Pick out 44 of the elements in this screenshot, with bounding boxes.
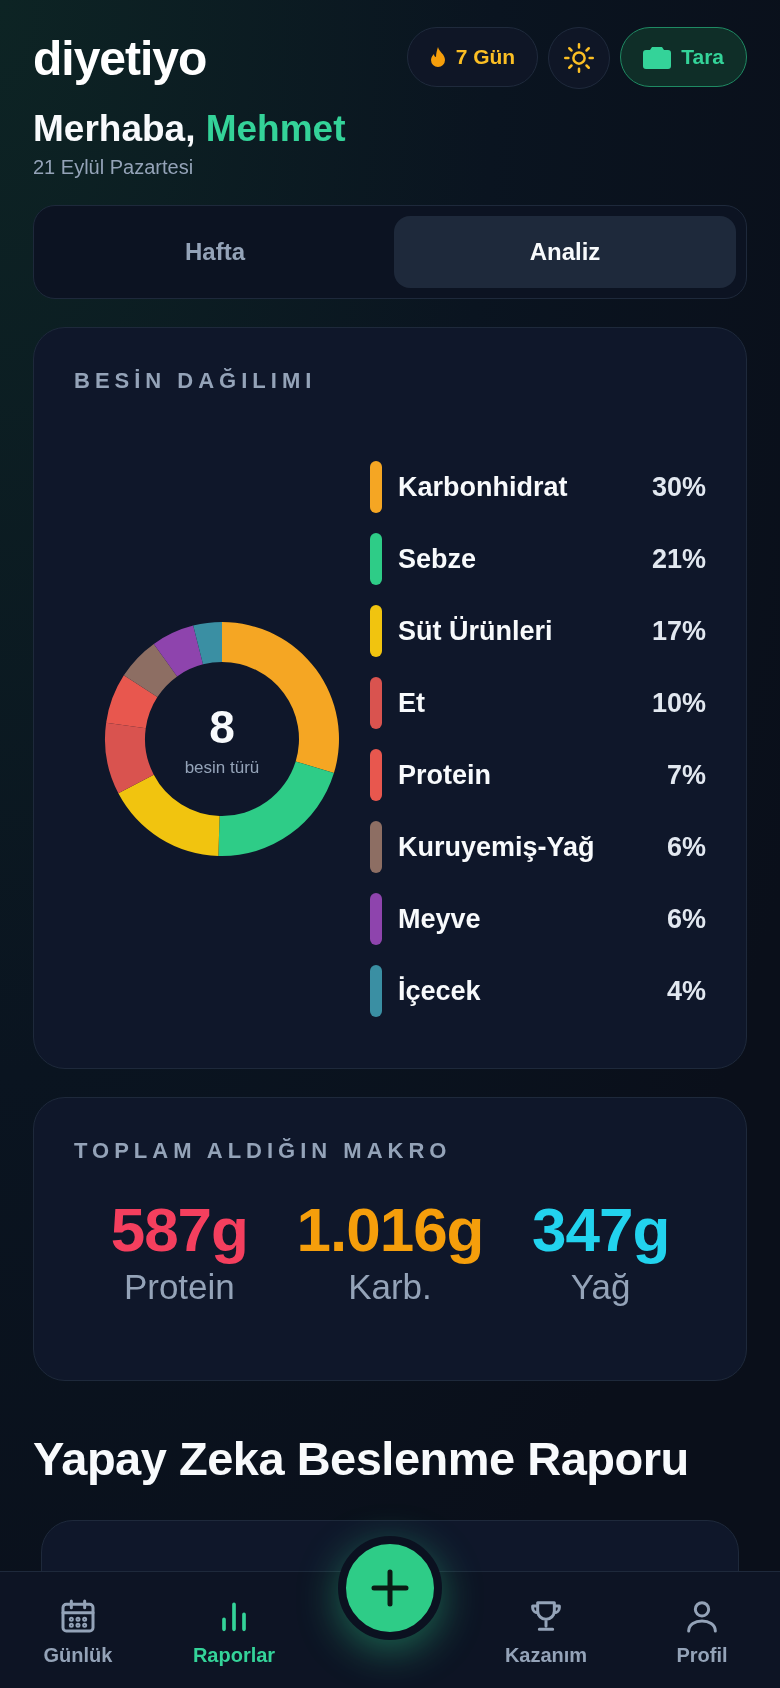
logo: diyetiyo	[33, 30, 207, 86]
legend-label: Meyve	[398, 903, 482, 935]
macro-label: Protein	[123, 1267, 235, 1307]
date-text: 21 Eylül Pazartesi	[33, 156, 195, 179]
legend-value: 21%	[651, 543, 706, 575]
legend-value: 30%	[651, 471, 706, 503]
nav-item[interactable]: Günlük	[0, 1572, 156, 1688]
legend-label: Et	[398, 687, 426, 719]
legend-label: Kuruyemiş-Yağ	[398, 831, 596, 863]
nav-item[interactable]: Profil	[624, 1572, 780, 1688]
nav-item[interactable]: Kazanım	[468, 1572, 624, 1688]
macro-value: 1.016g	[296, 1194, 484, 1265]
legend-label: İçecek	[398, 975, 482, 1007]
legend-label: Sebze	[398, 543, 478, 575]
flame-icon	[429, 47, 446, 67]
legend-label: Karbonhidrat	[398, 471, 569, 503]
sun-icon	[564, 43, 595, 73]
donut-slice	[123, 643, 178, 698]
legend-value: 7%	[666, 759, 706, 791]
card-title: BESİN DAĞILIMI	[74, 368, 318, 394]
legend-value: 17%	[651, 615, 706, 647]
count-label: besin türü	[184, 758, 260, 778]
legend-value: 6%	[666, 831, 706, 863]
streak-button[interactable]: 7 Gün	[406, 27, 539, 87]
legend-value: 6%	[666, 903, 706, 935]
legend-label: Protein	[398, 759, 492, 791]
macro-value: 587g	[110, 1194, 248, 1265]
legend-label: Süt Ürünleri	[398, 615, 554, 647]
macro-label: Yağ	[570, 1267, 631, 1307]
nav-item[interactable]: Raporlar	[156, 1572, 312, 1688]
legend-value: 10%	[651, 687, 706, 719]
plus-icon	[370, 1568, 410, 1608]
macro-value: 347g	[532, 1194, 670, 1265]
tab[interactable]: Analiz	[394, 216, 736, 288]
legend-value: 4%	[666, 975, 706, 1007]
tab[interactable]: Hafta	[44, 216, 386, 288]
card-title: TOPLAM ALDIĞIN MAKRO	[74, 1138, 453, 1164]
food-type-count: 8	[209, 700, 235, 754]
section-heading: Yapay Zeka Beslenme Raporu	[33, 1431, 690, 1486]
scan-button[interactable]: Tara	[620, 27, 747, 87]
macro-label: Karb.	[348, 1267, 432, 1307]
donut-slice	[106, 675, 158, 729]
greeting: Merhaba, Mehmet	[33, 108, 347, 150]
camera-icon	[643, 45, 672, 69]
